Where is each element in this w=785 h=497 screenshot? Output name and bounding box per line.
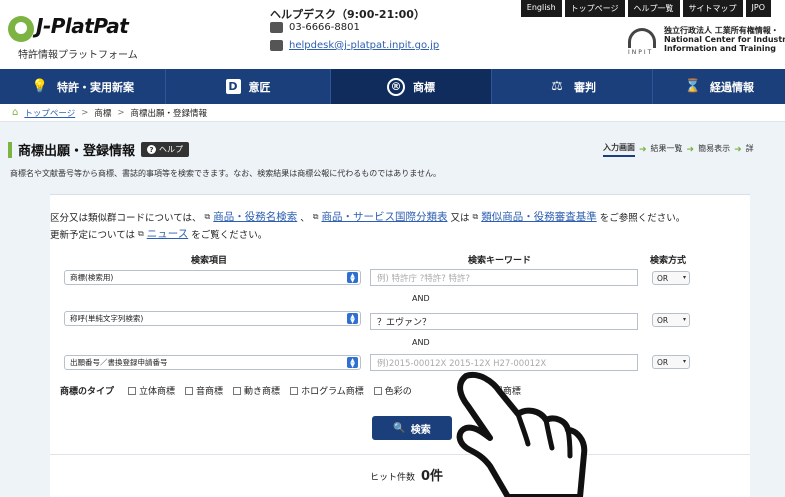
logo-mark-icon (8, 16, 34, 42)
phone-number: 03-6666-8801 (289, 22, 360, 33)
helpdesk-phone: 03-6666-8801 (270, 22, 360, 33)
keyword-input-3[interactable]: 例)2015-00012X 2015-12X H27-00012X (370, 354, 638, 371)
search-item-select-2[interactable]: 称呼(単純文字列検索) ▲ ▼ (64, 311, 361, 326)
chevron-down-icon: ▾ (682, 316, 686, 323)
checkbox-motion[interactable]: 動き商標 (233, 384, 280, 397)
nav-trademark[interactable]: ® 商標 (331, 69, 492, 104)
breadcrumb-current: 商標出願・登録情報 (130, 108, 207, 119)
step-simple: 簡易表示 (698, 144, 731, 153)
checkbox-hologram[interactable]: ホログラム商標 (290, 384, 364, 397)
helpdesk-label: ヘルプデスク（9:00-21:00） (270, 8, 425, 21)
help-button[interactable]: ? ヘルプ (141, 142, 190, 157)
trademark-type-label: 商標のタイプ (60, 387, 115, 397)
top-link-jpo[interactable]: JPO (745, 0, 771, 17)
select-arrows-icon: ▲ ▼ (347, 357, 358, 368)
helpdesk-email[interactable]: helpdesk@j-platpat.inpit.go.jp (270, 40, 439, 51)
checkbox-color[interactable]: 色彩の (373, 384, 412, 397)
search-item-select-1[interactable]: 商標(検索用) ▲ ▼ (64, 270, 361, 285)
search-item-select-3[interactable]: 出願番号／書換登録申請番号 ▲ ▼ (64, 355, 361, 370)
column-header-item: 検索項目 (191, 256, 228, 266)
checkbox-sound[interactable]: 音商標 (185, 384, 223, 397)
nav-patent[interactable]: 💡 特許・実用新案 (0, 69, 166, 104)
and-label: AND (412, 294, 430, 303)
phone-icon (270, 22, 283, 33)
search-icon: 🔍 (393, 422, 406, 434)
logo-text: J-PlatPat (36, 14, 129, 38)
external-link-icon: ⧉ (204, 211, 211, 221)
question-icon: ? (147, 145, 157, 154)
main-nav: 💡 特許・実用新案 D 意匠 ® 商標 ⚖ 審判 ⌛ 経過情報 (0, 69, 785, 104)
step-input: 入力画面 (603, 142, 635, 157)
arrow-right-icon: ➜ (639, 144, 647, 155)
link-intl-classification[interactable]: 商品・サービス国際分類表 (321, 209, 447, 224)
header: J-PlatPat 特許情報プラットフォーム ヘルプデスク（9:00-21:00… (0, 0, 785, 69)
external-link-icon: ⧉ (138, 228, 144, 238)
top-link-sitemap[interactable]: サイトマップ (682, 0, 743, 17)
arrow-right-icon: ➜ (734, 144, 742, 155)
gavel-icon: ⚖ (551, 79, 563, 94)
link-news[interactable]: ニュース (147, 226, 188, 241)
breadcrumb: ⌂ トップページ > 商標 > 商標出願・登録情報 (0, 104, 785, 122)
breadcrumb-trademark: 商標 (94, 108, 112, 119)
org-name: 独立行政法人 工業所有権情報・ National Center for Indu… (664, 26, 785, 53)
hit-count-value: 0件 (421, 469, 444, 484)
nav-progress[interactable]: ⌛ 経過情報 (653, 69, 785, 104)
lightbulb-icon: 💡 (31, 79, 49, 94)
logo-subtitle: 特許情報プラットフォーム (18, 50, 138, 61)
nav-trial[interactable]: ⚖ 審判 (492, 69, 653, 104)
step-results: 結果一覧 (650, 144, 683, 153)
external-link-icon: ⧉ (312, 211, 319, 221)
info-line-1: 区分又は類似群コードについては、 ⧉ 商品・役務名検索 、 ⧉ 商品・サービス国… (50, 209, 686, 224)
method-select-1[interactable]: OR ▾ (652, 271, 690, 285)
external-link-icon: ⧉ (472, 211, 479, 221)
page-description: 商標名や文献番号等から商標、書誌的事項等を検索できます。なお、検索結果は商標公報… (10, 169, 441, 178)
hit-count-label: ヒット件数 (370, 473, 416, 483)
mail-icon (270, 40, 283, 51)
divider (50, 454, 750, 455)
pointing-hand-icon (456, 372, 588, 497)
breadcrumb-home[interactable]: トップページ (24, 107, 75, 119)
top-links: English トップページ ヘルプ一覧 サイトマップ JPO (520, 0, 771, 17)
title-row: 商標出願・登録情報 ? ヘルプ (8, 140, 190, 159)
progress-steps: 入力画面 ➜ 結果一覧 ➜ 簡易表示 ➜ 詳 (603, 142, 754, 157)
top-link-help[interactable]: ヘルプ一覧 (627, 0, 680, 17)
hit-count: ヒット件数 0件 (370, 465, 443, 484)
title-accent (8, 141, 12, 158)
link-goods-search[interactable]: 商品・役務名検索 (213, 209, 297, 224)
hourglass-icon: ⌛ (684, 79, 702, 94)
column-header-keyword: 検索キーワード (468, 256, 532, 266)
inpit-logo-icon[interactable]: INPIT (626, 28, 660, 56)
page-title: 商標出願・登録情報 (18, 144, 136, 159)
select-arrows-icon: ▲ ▼ (347, 272, 358, 283)
main-content: 商標出願・登録情報 ? ヘルプ 入力画面 ➜ 結果一覧 ➜ 簡易表示 ➜ 詳 商… (0, 122, 785, 497)
method-select-3[interactable]: OR ▾ (652, 355, 690, 369)
select-arrows-icon: ▲ ▼ (347, 313, 358, 324)
nav-design[interactable]: D 意匠 (166, 69, 331, 104)
inpit-logo-label: INPIT (628, 49, 654, 56)
breadcrumb-separator: > (81, 107, 89, 118)
top-link-english[interactable]: English (520, 0, 562, 17)
method-select-2[interactable]: OR ▾ (652, 313, 690, 327)
arrow-right-icon: ➜ (686, 144, 695, 155)
chevron-down-icon: ▾ (682, 274, 686, 281)
home-icon: ⌂ (12, 107, 19, 118)
breadcrumb-separator: > (117, 107, 125, 118)
search-panel: 区分又は類似群コードについては、 ⧉ 商品・役務名検索 、 ⧉ 商品・サービス国… (50, 194, 750, 497)
registered-icon: ® (387, 77, 405, 96)
chevron-down-icon: ▾ (682, 358, 686, 365)
step-detail: 詳 (745, 144, 754, 153)
link-similar-goods[interactable]: 類似商品・役務審査基準 (481, 209, 597, 224)
checkbox-3d[interactable]: 立体商標 (128, 384, 175, 397)
info-line-2: 更新予定については ⧉ ニュース をご覧ください。 (50, 226, 268, 241)
search-button[interactable]: 🔍 検索 (372, 416, 452, 440)
design-d-icon: D (225, 79, 241, 94)
top-link-toppage[interactable]: トップページ (564, 0, 625, 17)
keyword-input-1[interactable]: 例) 特許庁 ?特許? 特許? (370, 269, 638, 286)
email-link[interactable]: helpdesk@j-platpat.inpit.go.jp (289, 40, 439, 51)
and-label: AND (412, 338, 430, 347)
keyword-input-2[interactable]: ？エヴァン？ (370, 313, 638, 330)
column-header-method: 検索方式 (650, 256, 687, 266)
